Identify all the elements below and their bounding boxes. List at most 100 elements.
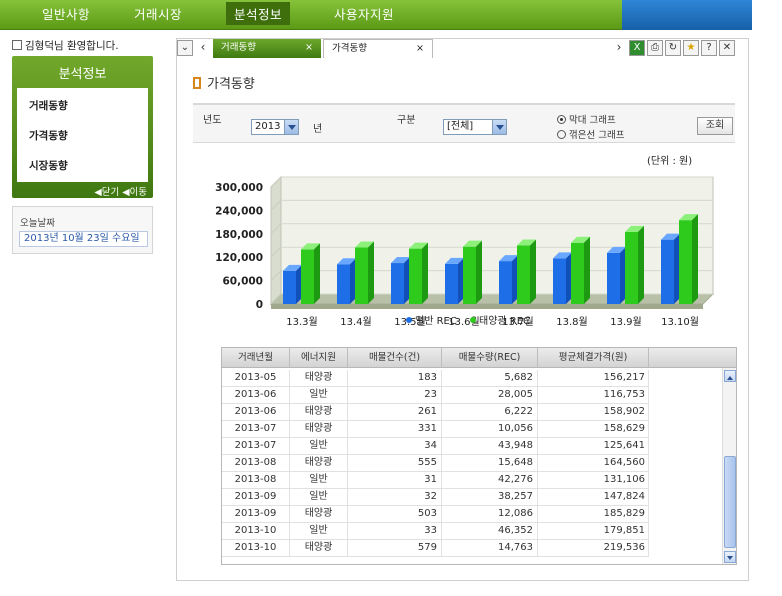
cell-month: 2013-08 bbox=[222, 455, 290, 471]
user-icon bbox=[12, 40, 22, 50]
cell-count: 261 bbox=[348, 404, 442, 420]
nav-item-analysis[interactable]: 분석정보 bbox=[226, 2, 291, 25]
close-icon[interactable]: × bbox=[416, 40, 424, 58]
cell-avg-price: 185,829 bbox=[538, 506, 649, 522]
type-value: [전체] bbox=[447, 121, 474, 132]
refresh-icon[interactable]: ↻ bbox=[665, 40, 681, 56]
table-row[interactable]: 2013-10 일반 33 46,352 179,851 bbox=[222, 523, 649, 540]
chevron-down-icon bbox=[492, 120, 506, 134]
top-nav-banner bbox=[622, 0, 752, 30]
excel-icon[interactable]: X bbox=[629, 40, 645, 56]
sidebar-list: 거래동향 가격동향 시장동향 bbox=[17, 88, 148, 182]
cell-energy: 일반 bbox=[290, 489, 348, 505]
close-icon[interactable]: × bbox=[305, 39, 313, 57]
cell-avg-price: 158,629 bbox=[538, 421, 649, 437]
bar-side bbox=[314, 243, 320, 304]
cell-month: 2013-08 bbox=[222, 472, 290, 488]
scroll-up-icon[interactable] bbox=[724, 370, 736, 382]
radio-bar-graph[interactable]: 막대 그래프 bbox=[557, 112, 616, 126]
type-select[interactable]: [전체] bbox=[443, 119, 507, 135]
table-row[interactable]: 2013-06 일반 23 28,005 116,753 bbox=[222, 387, 649, 404]
scroll-thumb[interactable] bbox=[724, 456, 736, 548]
x-tick-label: 13.8월 bbox=[556, 316, 587, 328]
tab-price-trend[interactable]: 가격동향 × bbox=[323, 39, 433, 58]
table-row[interactable]: 2013-05 태양광 183 5,682 156,217 bbox=[222, 370, 649, 387]
nav-item-support[interactable]: 사용자지원 bbox=[334, 4, 394, 23]
sidebar-item-trade-trend[interactable]: 거래동향 bbox=[29, 98, 68, 113]
bar-side bbox=[368, 241, 374, 304]
page-title: 가격동향 bbox=[193, 73, 255, 92]
nav-item-general[interactable]: 일반사항 bbox=[42, 4, 90, 23]
table-row[interactable]: 2013-09 태양광 503 12,086 185,829 bbox=[222, 506, 649, 523]
cell-avg-price: 179,851 bbox=[538, 523, 649, 539]
sidebar-menu: 분석정보 거래동향 가격동향 시장동향 ◀닫기 ◀이동 bbox=[12, 56, 153, 198]
nav-item-market[interactable]: 거래시장 bbox=[134, 4, 182, 23]
cell-avg-price: 116,753 bbox=[538, 387, 649, 403]
y-tick-label: 240,000 bbox=[215, 205, 263, 217]
y-tick-label: 180,000 bbox=[215, 229, 263, 241]
welcome-text: 김형덕님 환영합니다. bbox=[25, 40, 119, 52]
cell-quantity: 15,648 bbox=[442, 455, 538, 471]
bar-side bbox=[584, 236, 590, 304]
tab-label: 가격동향 bbox=[332, 43, 367, 54]
print-icon[interactable]: ⎙ bbox=[647, 40, 663, 56]
bar bbox=[445, 263, 458, 304]
chevron-down-icon[interactable]: ⌄ bbox=[177, 40, 193, 56]
cell-month: 2013-05 bbox=[222, 370, 290, 386]
x-tick-label: 13.10월 bbox=[661, 316, 699, 328]
radio-line-graph[interactable]: 꺾은선 그래프 bbox=[557, 127, 624, 141]
table-row[interactable]: 2013-09 일반 32 38,257 147,824 bbox=[222, 489, 649, 506]
sidebar-item-market-trend[interactable]: 시장동향 bbox=[29, 158, 68, 173]
sidebar-footer-controls[interactable]: ◀닫기 ◀이동 bbox=[94, 184, 147, 198]
bar bbox=[337, 264, 350, 304]
sidebar-item-price-trend[interactable]: 가격동향 bbox=[29, 128, 68, 143]
star-icon[interactable]: ★ bbox=[683, 40, 699, 56]
x-tick-label: 13.9월 bbox=[610, 316, 641, 328]
cell-quantity: 14,763 bbox=[442, 540, 538, 556]
radio-icon bbox=[557, 130, 566, 139]
cell-count: 23 bbox=[348, 387, 442, 403]
cell-count: 34 bbox=[348, 438, 442, 454]
cell-avg-price: 164,560 bbox=[538, 455, 649, 471]
cell-month: 2013-07 bbox=[222, 438, 290, 454]
chart-floor-front bbox=[271, 304, 703, 309]
cell-month: 2013-10 bbox=[222, 523, 290, 539]
table-row[interactable]: 2013-08 태양광 555 15,648 164,560 bbox=[222, 455, 649, 472]
chevron-left-icon[interactable]: ‹ bbox=[195, 40, 211, 56]
year-select[interactable]: 2013 bbox=[251, 119, 299, 135]
cell-avg-price: 147,824 bbox=[538, 489, 649, 505]
close-icon[interactable]: ✕ bbox=[719, 40, 735, 56]
cell-count: 33 bbox=[348, 523, 442, 539]
scroll-down-icon[interactable] bbox=[724, 551, 736, 563]
type-label: 구분 bbox=[397, 115, 416, 126]
today-box: 오늘날짜 2013년 10월 23일 수요일 bbox=[12, 206, 153, 254]
bar bbox=[553, 258, 566, 304]
header-avg-price: 평균체결가격(원) bbox=[538, 348, 649, 367]
cell-energy: 태양광 bbox=[290, 370, 348, 386]
table-row[interactable]: 2013-10 태양광 579 14,763 219,536 bbox=[222, 540, 649, 557]
cell-avg-price: 125,641 bbox=[538, 438, 649, 454]
bar bbox=[409, 248, 422, 304]
cell-energy: 일반 bbox=[290, 523, 348, 539]
cell-count: 579 bbox=[348, 540, 442, 556]
radio-icon bbox=[557, 115, 566, 124]
table-row[interactable]: 2013-08 일반 31 42,276 131,106 bbox=[222, 472, 649, 489]
bar bbox=[679, 220, 692, 304]
table-scrollbar[interactable] bbox=[722, 368, 736, 564]
cell-quantity: 10,056 bbox=[442, 421, 538, 437]
table-row[interactable]: 2013-07 일반 34 43,948 125,641 bbox=[222, 438, 649, 455]
header-month: 거래년월 bbox=[222, 348, 290, 367]
bar bbox=[625, 231, 638, 304]
year-value: 2013 bbox=[255, 121, 281, 132]
help-icon[interactable]: ? bbox=[701, 40, 717, 56]
chevron-right-icon[interactable]: › bbox=[611, 40, 627, 56]
chart-side-wall bbox=[270, 175, 282, 306]
search-button[interactable]: 조회 bbox=[697, 117, 733, 135]
cell-energy: 태양광 bbox=[290, 455, 348, 471]
table-row[interactable]: 2013-06 태양광 261 6,222 158,902 bbox=[222, 404, 649, 421]
cell-quantity: 38,257 bbox=[442, 489, 538, 505]
cell-energy: 태양광 bbox=[290, 540, 348, 556]
table-row[interactable]: 2013-07 태양광 331 10,056 158,629 bbox=[222, 421, 649, 438]
tab-trade-trend[interactable]: 거래동향 × bbox=[213, 39, 321, 58]
cell-quantity: 46,352 bbox=[442, 523, 538, 539]
